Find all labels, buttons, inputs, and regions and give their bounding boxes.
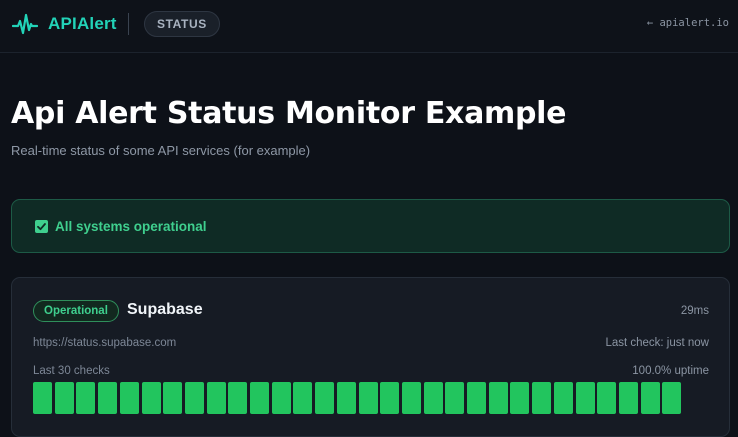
latency-value: 29ms xyxy=(680,305,709,317)
check-bar[interactable] xyxy=(228,382,248,414)
check-bar[interactable] xyxy=(98,382,118,414)
check-bar[interactable] xyxy=(553,382,573,414)
check-history-bars xyxy=(33,382,711,414)
check-bar[interactable] xyxy=(575,382,595,414)
check-bar[interactable] xyxy=(250,382,269,414)
check-bar[interactable] xyxy=(380,382,400,414)
check-bar[interactable] xyxy=(271,382,291,414)
check-bar[interactable] xyxy=(141,382,161,414)
check-bar[interactable] xyxy=(401,382,421,414)
check-bar[interactable] xyxy=(423,382,443,414)
status-pill: STATUS xyxy=(144,11,220,37)
back-to-site-link[interactable]: ← apialert.io xyxy=(647,17,729,29)
page-title: Api Alert Status Monitor Example xyxy=(11,96,567,131)
page-subtitle: Real-time status of some API services (f… xyxy=(11,143,311,158)
checks-label: Last 30 checks xyxy=(33,365,110,377)
check-bar[interactable] xyxy=(206,382,226,414)
service-name: Supabase xyxy=(127,301,203,318)
check-bar[interactable] xyxy=(336,382,356,414)
brand-name[interactable]: APIAlert xyxy=(48,14,117,34)
check-bar[interactable] xyxy=(467,382,486,414)
check-bar[interactable] xyxy=(445,382,465,414)
check-bar[interactable] xyxy=(618,382,638,414)
service-card-supabase: Operational Supabase 29ms https://status… xyxy=(11,277,730,437)
top-bar: APIAlert STATUS ← apialert.io xyxy=(0,0,738,53)
check-bar[interactable] xyxy=(597,382,617,414)
overall-status-banner: All systems operational xyxy=(11,199,730,253)
check-bar[interactable] xyxy=(488,382,508,414)
overall-status-text: All systems operational xyxy=(55,219,207,234)
check-bar[interactable] xyxy=(163,382,183,414)
check-bar[interactable] xyxy=(76,382,96,414)
check-bar[interactable] xyxy=(33,382,52,414)
uptime-value: 100.0% uptime xyxy=(632,365,709,377)
check-bar[interactable] xyxy=(358,382,378,414)
check-bar[interactable] xyxy=(510,382,530,414)
check-bar[interactable] xyxy=(184,382,204,414)
check-bar[interactable] xyxy=(640,382,660,414)
check-bar[interactable] xyxy=(662,382,682,414)
header-divider xyxy=(128,13,129,35)
check-bar[interactable] xyxy=(293,382,313,414)
check-bar[interactable] xyxy=(315,382,335,414)
check-bar[interactable] xyxy=(119,382,139,414)
check-icon xyxy=(35,220,48,233)
check-bar[interactable] xyxy=(54,382,74,414)
service-url: https://status.supabase.com xyxy=(33,337,177,349)
check-bar[interactable] xyxy=(532,382,552,414)
last-check-text: Last check: just now xyxy=(605,337,709,349)
heartbeat-logo-icon[interactable] xyxy=(12,12,38,38)
status-badge: Operational xyxy=(33,300,119,322)
